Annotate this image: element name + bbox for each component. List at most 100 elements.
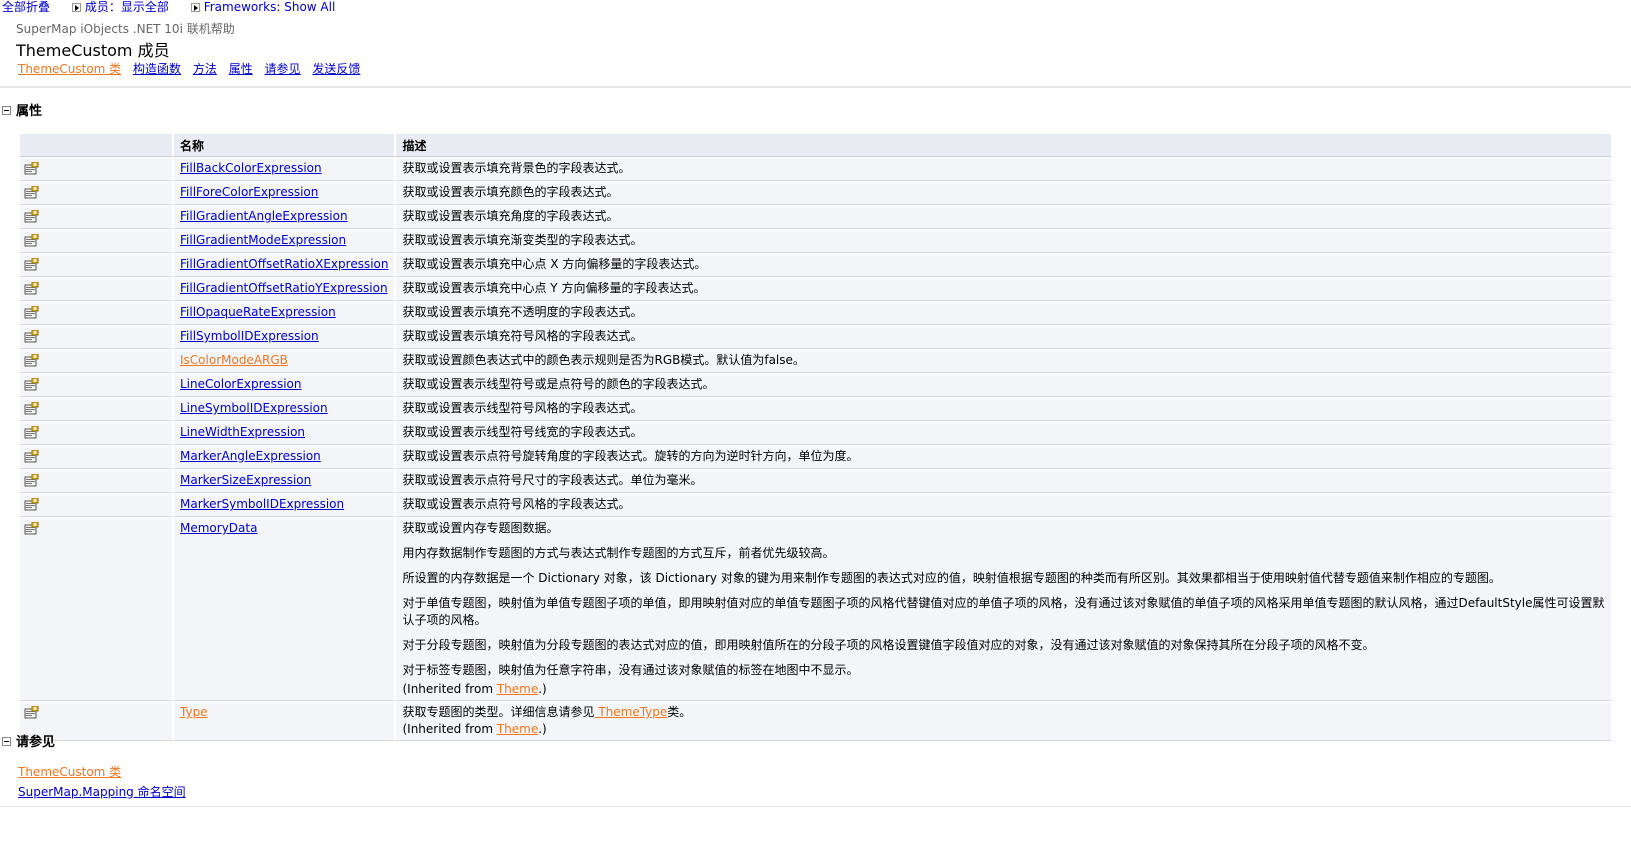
public-property-icon [24,401,39,415]
frameworks-filter-dropdown[interactable]: Frameworks: Show All [190,0,336,14]
property-link[interactable]: LineColorExpression [180,377,301,391]
property-link[interactable]: FillForeColorExpression [180,185,318,199]
row-name-cell: MemoryData [174,517,397,701]
property-link[interactable]: MarkerAngleExpression [180,449,321,463]
description-paragraph: 获取或设置颜色表达式中的颜色表示规则是否为RGB模式。默认值为false。 [402,353,805,367]
inherited-suffix: .) [538,722,547,736]
description-paragraph: 获取或设置表示填充角度的字段表达式。 [402,209,619,223]
public-property-icon [24,233,39,247]
table-row: LineSymbolIDExpression 获取或设置表示线型符号风格的字段表达… [20,397,1611,421]
constructors-link[interactable]: 构造函数 [133,62,181,76]
see-also-section-heading[interactable]: 请参见 [2,731,55,750]
row-name-cell: FillGradientAngleExpression [174,205,397,229]
see-also-links: ThemeCustom 类 SuperMap.Mapping 命名空间 [18,762,186,802]
see-also-namespace-link[interactable]: SuperMap.Mapping 命名空间 [18,785,186,799]
properties-table: 名称 描述 FillBackColorExpression 获取或设置表示填充背景… [20,134,1611,741]
properties-section-heading[interactable]: 属性 [2,100,42,119]
row-description-cell: 获取或设置表示填充渐变类型的字段表达式。 [396,229,1611,253]
row-description-cell: 获取或设置表示线型符号风格的字段表达式。 [396,397,1611,421]
property-link[interactable]: IsColorModeARGB [180,353,288,367]
property-link[interactable]: FillGradientOffsetRatioYExpression [180,281,388,295]
property-link[interactable]: FillGradientAngleExpression [180,209,348,223]
row-name-cell: FillForeColorExpression [174,181,397,205]
row-icon-cell [20,301,174,325]
table-header-row: 名称 描述 [20,134,1611,157]
row-name-cell: LineColorExpression [174,373,397,397]
table-row: MarkerSymbolIDExpression 获取或设置表示点符号风格的字段表… [20,493,1611,517]
property-link[interactable]: LineSymbolIDExpression [180,401,328,415]
row-description-cell: 获取或设置表示点符号尺寸的字段表达式。单位为毫米。 [396,469,1611,493]
row-name-cell: FillGradientModeExpression [174,229,397,253]
themetype-link[interactable]: ThemeType [595,705,667,719]
inherited-note: (Inherited from Theme.) [402,721,1605,738]
inherited-from-link[interactable]: Theme [497,682,538,696]
property-link[interactable]: FillGradientModeExpression [180,233,346,247]
public-property-icon [24,377,39,391]
inherited-prefix: (Inherited from [402,682,497,696]
see-also-link[interactable]: 请参见 [265,62,301,76]
see-also-class-link[interactable]: ThemeCustom 类 [18,765,121,779]
property-link[interactable]: Type [180,705,208,719]
dropdown-arrow-icon [190,3,200,12]
property-link[interactable]: FillBackColorExpression [180,161,322,175]
row-icon-cell [20,421,174,445]
page-title: ThemeCustom 成员 [16,41,170,60]
table-row: FillBackColorExpression 获取或设置表示填充背景色的字段表达… [20,157,1611,181]
class-link[interactable]: ThemeCustom 类 [18,62,121,76]
row-name-cell: MarkerSymbolIDExpression [174,493,397,517]
methods-link[interactable]: 方法 [193,62,217,76]
product-name: SuperMap iObjects .NET 10i 联机帮助 [16,22,235,36]
table-row: LineColorExpression 获取或设置表示线型符号或是点符号的颜色的字… [20,373,1611,397]
inherited-prefix: (Inherited from [402,722,497,736]
row-description-cell: 获取或设置表示填充背景色的字段表达式。 [396,157,1611,181]
footer-divider [0,806,1631,807]
description-paragraph: 获取或设置表示点符号旋转角度的字段表达式。旋转的方向为逆时针方向，单位为度。 [402,449,859,463]
property-link[interactable]: FillOpaqueRateExpression [180,305,336,319]
row-name-cell: FillOpaqueRateExpression [174,301,397,325]
row-icon-cell [20,253,174,277]
row-name-cell: IsColorModeARGB [174,349,397,373]
public-property-icon [24,449,39,463]
row-icon-cell [20,469,174,493]
description-paragraph: 获取或设置表示线型符号风格的字段表达式。 [402,401,643,415]
property-link[interactable]: MarkerSizeExpression [180,473,311,487]
row-description-cell: 获取或设置表示线型符号线宽的字段表达式。 [396,421,1611,445]
row-description-cell: 获取或设置表示填充不透明度的字段表达式。 [396,301,1611,325]
row-description-cell: 获取或设置颜色表达式中的颜色表示规则是否为RGB模式。默认值为false。 [396,349,1611,373]
row-icon-cell [20,517,174,701]
property-link[interactable]: LineWidthExpression [180,425,305,439]
row-description-cell: 获取或设置表示填充中心点 X 方向偏移量的字段表达式。 [396,253,1611,277]
property-link[interactable]: MemoryData [180,521,257,535]
table-row: FillGradientOffsetRatioXExpression 获取或设置表… [20,253,1611,277]
property-link[interactable]: MarkerSymbolIDExpression [180,497,344,511]
properties-link[interactable]: 属性 [229,62,253,76]
row-name-cell: FillBackColorExpression [174,157,397,181]
description-paragraph: 对于分段专题图，映射值为分段专题图的表达式对应的值，即用映射值所在的分段子项的风… [402,638,1375,652]
send-feedback-link[interactable]: 发送反馈 [312,62,360,76]
row-description-cell: 获取或设置内存专题图数据。 用内存数据制作专题图的方式与表达式制作专题图的方式互斥… [396,517,1611,701]
property-link[interactable]: FillGradientOffsetRatioXExpression [180,257,388,271]
row-description-cell: 获取或设置表示线型符号或是点符号的颜色的字段表达式。 [396,373,1611,397]
description-paragraph: 用内存数据制作专题图的方式与表达式制作专题图的方式互斥，前者优先级较高。 [402,546,835,560]
public-property-icon [24,425,39,439]
row-name-cell: FillSymbolIDExpression [174,325,397,349]
row-name-cell: MarkerAngleExpression [174,445,397,469]
frameworks-filter-label: Frameworks: Show All [203,0,336,14]
collapse-icon[interactable] [2,106,11,115]
property-link[interactable]: FillSymbolIDExpression [180,329,319,343]
public-property-icon [24,353,39,367]
table-row: FillGradientAngleExpression 获取或设置表示填充角度的字… [20,205,1611,229]
row-description-cell: 获取或设置表示填充角度的字段表达式。 [396,205,1611,229]
collapse-all-link[interactable]: 全部折叠 [2,0,50,14]
table-row: IsColorModeARGB 获取或设置颜色表达式中的颜色表示规则是否为RGB模… [20,349,1611,373]
inherited-suffix: .) [538,682,547,696]
header-divider [0,86,1631,88]
inherited-from-link[interactable]: Theme [497,722,538,736]
row-name-cell: Type [174,701,397,741]
dropdown-arrow-icon [71,3,81,12]
collapse-icon[interactable] [2,737,11,746]
members-filter-dropdown[interactable]: 成员：显示全部 [71,0,169,14]
description-column-header: 描述 [396,134,1611,157]
row-name-cell: LineSymbolIDExpression [174,397,397,421]
description-text: 类。 [667,705,692,719]
